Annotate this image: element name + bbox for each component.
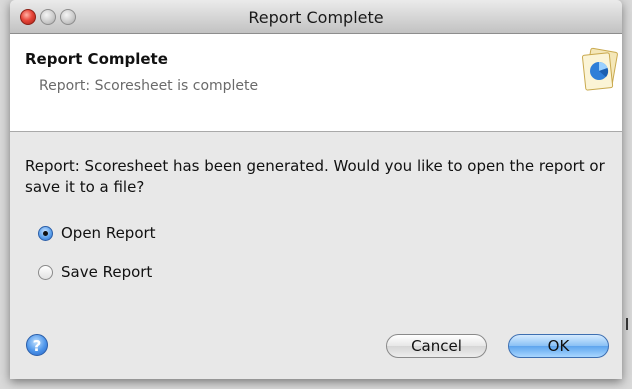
save-report-label[interactable]: Save Report (61, 263, 152, 281)
open-report-option[interactable]: Open Report (38, 222, 156, 244)
cancel-button[interactable]: Cancel (386, 334, 487, 358)
header-subtitle: Report: Scoresheet is complete (39, 78, 259, 94)
background-window-edge (626, 318, 628, 330)
window-title: Report Complete (248, 8, 384, 27)
report-document-icon (581, 47, 618, 91)
header-title: Report Complete (25, 50, 168, 68)
ok-button[interactable]: OK (508, 334, 609, 358)
report-message: Report: Scoresheet has been generated. W… (25, 157, 605, 196)
dialog-header: Report Complete Report: Scoresheet is co… (10, 34, 622, 132)
title-bar[interactable]: Report Complete (10, 0, 622, 34)
radio-unselected-icon[interactable] (38, 264, 53, 280)
open-report-label[interactable]: Open Report (61, 224, 156, 242)
help-button[interactable]: ? (26, 334, 48, 356)
save-report-option[interactable]: Save Report (38, 261, 152, 283)
report-complete-dialog: Report Complete Report Complete Report: … (10, 0, 622, 379)
radio-selected-icon[interactable] (38, 225, 53, 241)
